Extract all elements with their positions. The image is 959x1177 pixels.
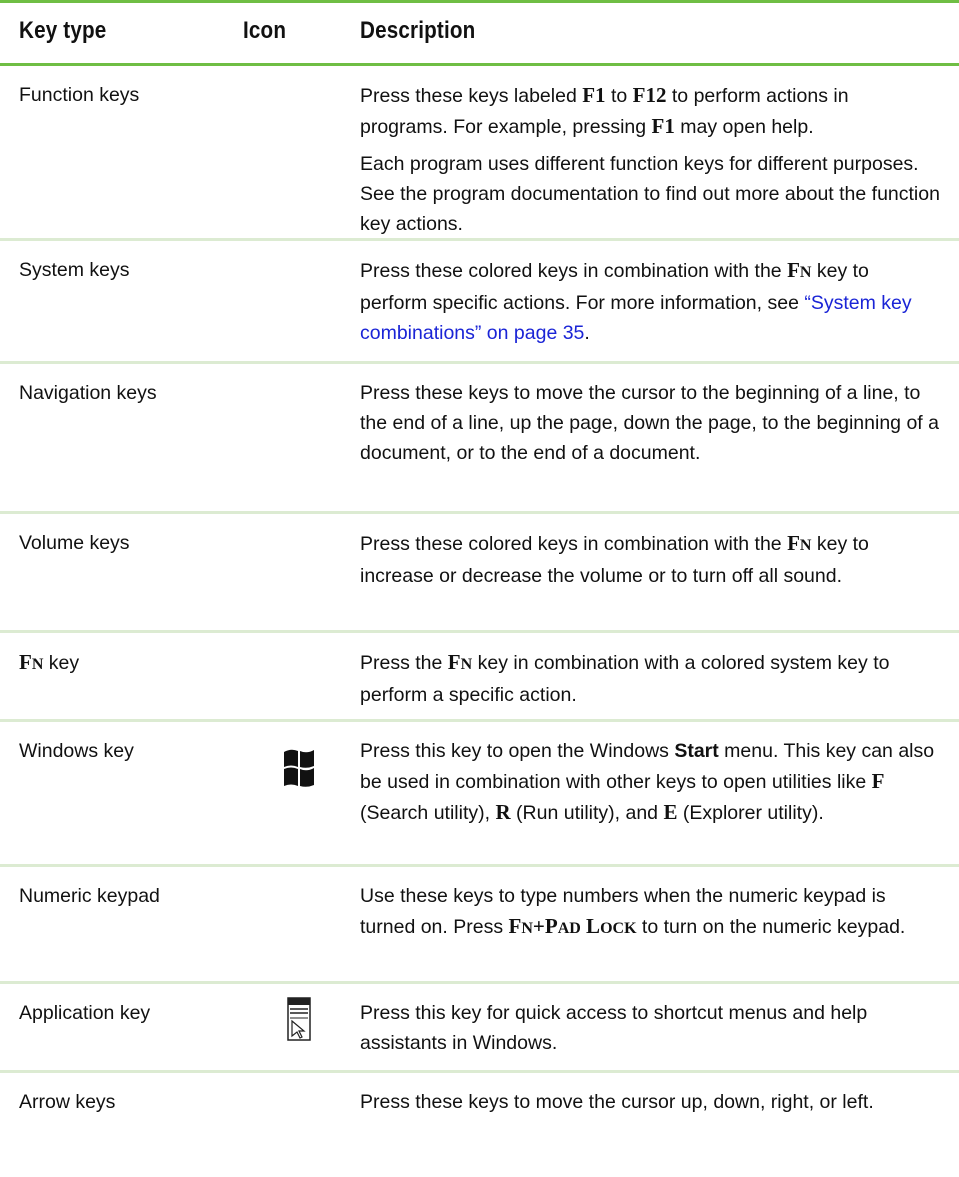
table-row: Navigation keys Press these keys to move… xyxy=(0,364,959,514)
fn-pad-lock-combo: FN+PAD LOCK xyxy=(508,914,637,938)
table-row: Volume keys Press these colored keys in … xyxy=(0,514,959,633)
key-type-cell: Numeric keypad xyxy=(19,885,160,907)
description-cell: Press these keys to move the cursor up, … xyxy=(360,1091,874,1113)
table-row: Windows key Press this key to open the W… xyxy=(0,722,959,867)
windows-logo-icon xyxy=(283,748,315,795)
fn-key-label: FN xyxy=(787,531,812,555)
description-cell: Press these keys to move the cursor to t… xyxy=(360,382,939,464)
header-description: Description xyxy=(360,17,476,44)
header-icon: Icon xyxy=(243,17,287,44)
fn-key-label: FN xyxy=(19,650,44,674)
key-type-cell: Volume keys xyxy=(19,532,130,554)
table-row: Function keys Press these keys labeled F… xyxy=(0,66,959,241)
description-cell: Press these colored keys in combination … xyxy=(360,258,912,344)
description-cell: Press this key for quick access to short… xyxy=(360,1002,868,1054)
table-row: System keys Press these colored keys in … xyxy=(0,241,959,364)
table-row: FN key Press the FN key in combination w… xyxy=(0,633,959,722)
table-row: Application key Press this key for quick… xyxy=(0,984,959,1073)
description-cell: Use these keys to type numbers when the … xyxy=(360,885,906,938)
key-type-cell: FN key xyxy=(19,650,80,674)
table-header: Key type Icon Description xyxy=(0,3,959,66)
key-type-cell: Windows key xyxy=(19,740,134,762)
description-cell: Press these colored keys in combination … xyxy=(360,531,869,587)
description-paragraph: Each program uses different function key… xyxy=(360,153,940,235)
header-key-type: Key type xyxy=(19,17,107,44)
description-paragraph: Press these keys labeled F1 to F12 to pe… xyxy=(360,83,849,138)
application-menu-icon xyxy=(287,997,311,1046)
description-cell: Press the FN key in combination with a c… xyxy=(360,650,890,706)
key-type-cell: Navigation keys xyxy=(19,382,157,404)
description-cell: Press this key to open the Windows Start… xyxy=(360,740,935,824)
key-type-cell: Application key xyxy=(19,1002,151,1024)
description-cell: Press these keys labeled F1 to F12 to pe… xyxy=(360,80,940,239)
key-type-cell: Arrow keys xyxy=(19,1091,116,1113)
key-type-cell: System keys xyxy=(19,259,130,281)
fn-key-label: FN xyxy=(787,258,812,282)
fn-key-label: FN xyxy=(447,650,473,674)
table-row: Arrow keys Press these keys to move the … xyxy=(0,1073,959,1159)
table-row: Numeric keypad Use these keys to type nu… xyxy=(0,867,959,984)
key-type-cell: Function keys xyxy=(19,84,140,106)
